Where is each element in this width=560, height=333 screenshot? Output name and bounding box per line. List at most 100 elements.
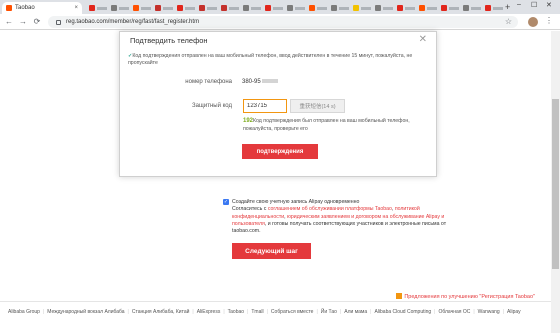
resend-sms-button[interactable]: 重获短信(14 s) [290,99,345,113]
back-arrow-icon[interactable]: ← [4,17,14,26]
tab-taobao[interactable]: Taobao × [2,2,82,14]
footer-separator: | [370,309,372,315]
dialog-title: Подтвердить телефон [130,36,208,45]
site-favicon-icon [397,5,403,11]
tab-title-placeholder [119,6,129,10]
site-favicon-icon [287,5,293,11]
footer-links: Alibaba Group | Международный вокзал Алиба… [0,301,551,318]
tab-title-placeholder [229,6,239,10]
footer-link[interactable]: Собраться вместе [271,309,314,315]
tab-background[interactable] [372,2,393,14]
bookmark-star-icon[interactable]: ☆ [505,17,512,26]
tab-background[interactable] [86,2,107,14]
taobao-favicon-icon [6,5,12,11]
footer-link[interactable]: Али мама [344,309,367,315]
tab-title-placeholder [251,6,261,10]
tab-background[interactable] [438,2,459,14]
tab-title-placeholder [317,6,327,10]
footer-link[interactable]: Облачная ОС [438,309,470,315]
site-favicon-icon [485,5,491,11]
forward-arrow-icon[interactable]: → [18,17,28,26]
suggestion-link[interactable]: Предложения по улучшению "Регистрация Ta… [396,293,535,300]
site-favicon-icon [419,5,425,11]
footer-separator: | [42,309,45,315]
info-message: ✓Код подтверждения отправлен на ваш моби… [128,53,428,67]
site-favicon-icon [463,5,469,11]
suggestion-text: Предложения по улучшению "Регистрация Ta… [404,294,535,300]
tab-title-placeholder [383,6,393,10]
tab-background[interactable] [460,2,481,14]
footer-link[interactable]: Alibaba Group [8,309,40,315]
taobao-agreement-link[interactable]: соглашением об обслуживании платформы Ta… [268,206,392,212]
alipay-agreement-link[interactable]: юридическим заявлением и договором на об… [287,214,440,220]
lock-icon [56,19,61,25]
browser-menu-icon[interactable]: ⋮ [545,16,553,25]
footer-link[interactable]: Международный вокзал Алибаба [47,309,124,315]
minimize-icon[interactable]: – [517,1,521,8]
tab-background[interactable] [240,2,261,14]
tab-background[interactable] [306,2,327,14]
footer-separator: | [473,309,475,315]
window-close-icon[interactable]: ✕ [546,1,552,9]
code-sent-prefix: 192 [243,118,254,124]
next-step-button[interactable]: Следующий шаг [232,243,311,259]
tab-background[interactable] [284,2,305,14]
footer-link[interactable]: Станция Алибаба, Китай [132,309,190,315]
tab-title-placeholder [427,6,437,10]
scrollbar-thumb[interactable] [552,99,559,269]
footer-separator: | [502,309,505,315]
tab-background[interactable] [482,2,503,14]
footer-link[interactable]: Wanwang [478,309,500,315]
phone-number-redacted [261,79,278,84]
maximize-icon[interactable]: ☐ [531,1,537,9]
site-favicon-icon [331,5,337,11]
footer-link[interactable]: AliExpress [197,309,221,315]
verify-phone-dialog: Подтвердить телефон ✕ ✓Код подтверждения… [119,31,437,177]
tab-close-icon[interactable]: × [74,5,78,11]
scrollbar[interactable] [551,31,560,333]
site-favicon-icon [89,5,95,11]
agreement-tail: , и готовы получать соответствующих учас… [232,220,447,235]
footer-separator: | [247,309,249,315]
browser-toolbar: ← → ⟳ reg.taobao.com/member/reg/fast/fas… [0,14,560,30]
footer-link[interactable]: Taobao [228,309,244,315]
tab-title-placeholder [493,6,503,10]
tab-background[interactable] [262,2,283,14]
info-text: Код подтверждения отправлен на ваш мобил… [128,53,413,67]
footer-separator: | [223,309,225,315]
tab-title-placeholder [471,6,481,10]
tab-background[interactable] [108,2,129,14]
footer-separator: | [127,309,129,315]
tab-title-placeholder [185,6,195,10]
tab-background[interactable] [130,2,151,14]
address-bar[interactable]: reg.taobao.com/member/reg/fast/fast_regi… [48,16,518,28]
tab-title-placeholder [361,6,371,10]
tab-title-placeholder [405,6,415,10]
tab-background[interactable] [152,2,173,14]
footer-link[interactable]: Tmall [251,309,263,315]
security-code-input[interactable] [243,99,287,113]
site-favicon-icon [177,5,183,11]
footer-link[interactable]: Alibaba Cloud Computing [374,309,431,315]
profile-avatar[interactable] [528,17,538,27]
confirm-button[interactable]: подтверждения [242,144,318,159]
tab-title-placeholder [141,6,151,10]
footer-link[interactable]: Йи Тао [321,309,337,315]
tab-background[interactable] [416,2,437,14]
tab-background[interactable] [350,2,371,14]
alipay-checkbox[interactable]: ✓ [223,199,229,205]
new-tab-button[interactable]: + [505,2,510,12]
tab-title-placeholder [97,6,107,10]
phone-number-text: 380-95 [242,79,261,85]
phone-number: 380-95 [242,79,278,85]
tab-background[interactable] [174,2,195,14]
footer-link[interactable]: Alipay [507,309,521,315]
tab-background[interactable] [218,2,239,14]
tab-background[interactable] [196,2,217,14]
reload-icon[interactable]: ⟳ [32,17,42,26]
code-sent-text: Код подтверждения был отправлен на ваш м… [243,118,410,132]
close-icon[interactable]: ✕ [419,34,427,45]
tab-background[interactable] [394,2,415,14]
tab-title-placeholder [207,6,217,10]
tab-background[interactable] [328,2,349,14]
